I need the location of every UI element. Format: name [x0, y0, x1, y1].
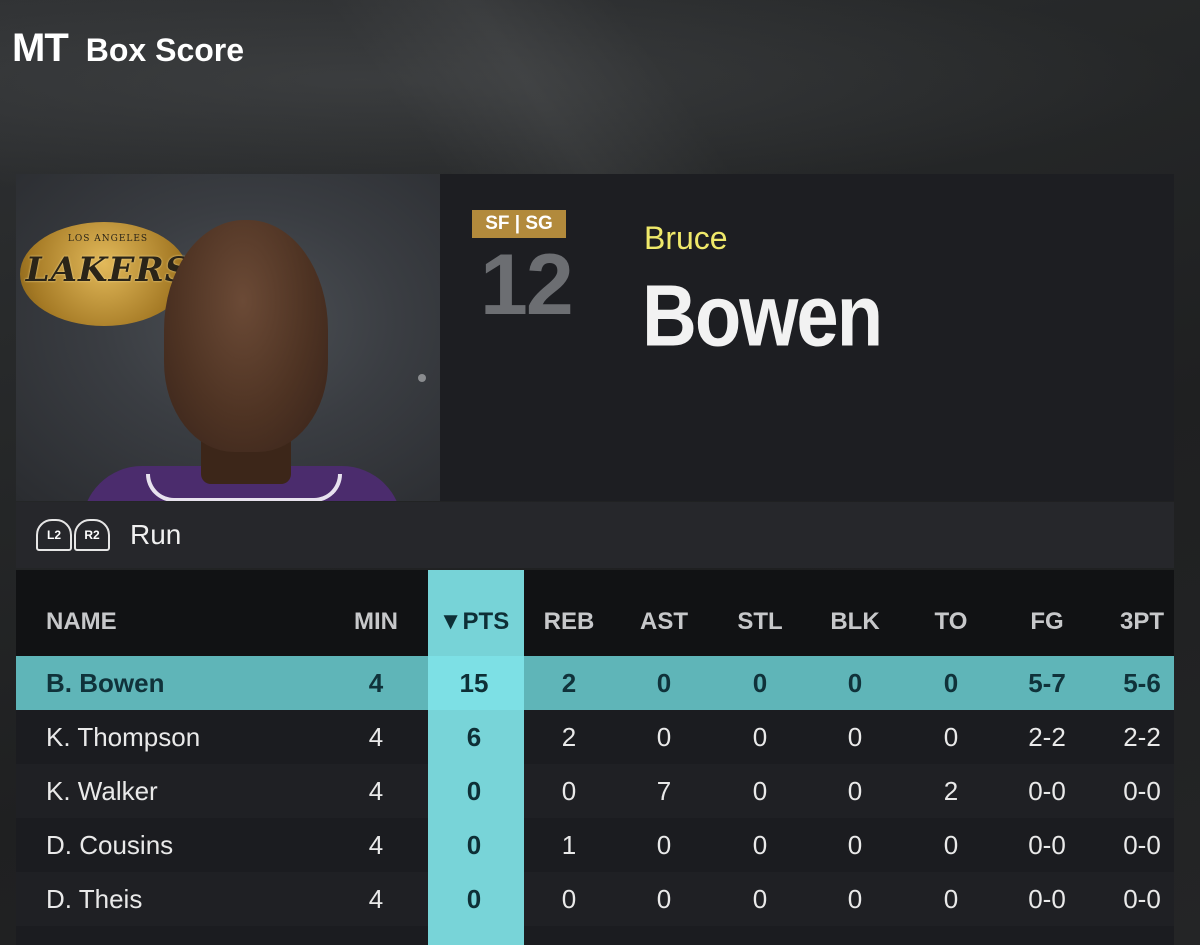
cell-reb: 1: [561, 829, 577, 860]
cell-3pt: 0-0: [1123, 883, 1161, 914]
cell-to: 2: [943, 775, 959, 806]
cell-3pt: 0-0: [1123, 829, 1161, 860]
header-ast[interactable]: AST: [616, 608, 712, 636]
table-row[interactable]: K. Thompson 4 2 0 0 0 0 2-2 2-2: [16, 710, 1174, 764]
cell-pts: 6: [466, 721, 482, 752]
team-logo-text: LAKERS: [25, 250, 191, 290]
cell-blk: 0: [847, 775, 863, 806]
indicator-dot: [418, 374, 426, 382]
cell-stl: 0: [752, 721, 768, 752]
r2-trigger-icon[interactable]: R2: [74, 519, 110, 551]
player-first-name: Bruce: [644, 220, 728, 256]
cell-min: 4: [368, 883, 384, 914]
cell-reb: 0: [561, 775, 577, 806]
cell-reb: 2: [561, 721, 577, 752]
cell-min: 4: [368, 775, 384, 806]
header-3pt[interactable]: 3PT: [1094, 608, 1174, 636]
cell-pts: 0: [466, 829, 482, 860]
l2-trigger-icon[interactable]: L2: [36, 519, 72, 551]
cell-pts: 15: [459, 667, 489, 698]
player-portrait: LOS ANGELES LAKERS: [16, 174, 440, 501]
player-card: LOS ANGELES LAKERS SF | SG 12 Bruce Bowe…: [16, 174, 1174, 501]
run-bar: L2 R2 Run: [16, 502, 1174, 568]
cell-ast: 0: [656, 829, 672, 860]
run-label: Run: [130, 519, 182, 550]
team-logo-subtext: LOS ANGELES: [67, 234, 149, 244]
header-reb[interactable]: REB: [521, 608, 617, 636]
page-header: MT Box Score: [12, 26, 244, 71]
cell-stl: 0: [752, 775, 768, 806]
cell-blk: 0: [847, 883, 863, 914]
box-score-table: B. Bowen 4 2 0 0 0 0 5-7 5-6 K. Thompson 4 2 0 0 0 0 2-2…: [16, 570, 1174, 945]
table-row[interactable]: D. Cousins 4 1 0 0 0 0 0-0 0-0: [16, 818, 1174, 872]
cell-to: 0: [943, 721, 959, 752]
table-row[interactable]: D. Theis 4 0 0 0 0 0 0-0 0-0: [16, 872, 1174, 926]
cell-blk: 0: [847, 667, 863, 698]
player-head: [164, 220, 328, 452]
cell-stl: 0: [752, 883, 768, 914]
cell-fg: 5-7: [1028, 667, 1066, 698]
cell-to: 0: [943, 883, 959, 914]
position-badge: SF | SG: [472, 210, 566, 238]
header-name[interactable]: NAME: [46, 608, 117, 636]
header-to[interactable]: TO: [903, 608, 999, 636]
header-min[interactable]: MIN: [328, 608, 424, 636]
cell-3pt: 2-2: [1123, 721, 1161, 752]
header-fg[interactable]: FG: [999, 608, 1095, 636]
cell-stl: 0: [752, 667, 768, 698]
cell-blk: 0: [847, 721, 863, 752]
cell-min: 4: [368, 667, 384, 698]
cell-name: K. Walker: [46, 775, 158, 806]
player-last-name: Bowen: [642, 267, 883, 365]
cell-ast: 7: [656, 775, 672, 806]
page-title: Box Score: [85, 32, 245, 68]
cell-blk: 0: [847, 829, 863, 860]
header-stl[interactable]: STL: [712, 608, 808, 636]
cell-3pt: 5-6: [1123, 667, 1161, 698]
mt-logo: MT: [12, 26, 69, 70]
cell-min: 4: [368, 721, 384, 752]
table-row[interactable]: B. Bowen 4 2 0 0 0 0 5-7 5-6: [16, 656, 1174, 710]
cell-pts: 0: [466, 775, 482, 806]
cell-3pt: 0-0: [1123, 775, 1161, 806]
cell-reb: 2: [561, 667, 577, 698]
cell-fg: 2-2: [1028, 721, 1066, 752]
cell-name: D. Cousins: [46, 829, 174, 860]
cell-fg: 0-0: [1028, 883, 1066, 914]
header-blk[interactable]: BLK: [807, 608, 903, 636]
cell-to: 0: [943, 667, 959, 698]
cell-name: K. Thompson: [46, 721, 201, 752]
jersey-number: 12: [480, 237, 574, 333]
cell-ast: 0: [656, 883, 672, 914]
cell-ast: 0: [656, 667, 672, 698]
cell-to: 0: [943, 829, 959, 860]
cell-fg: 0-0: [1028, 829, 1066, 860]
cell-name: B. Bowen: [46, 667, 165, 698]
cell-pts: 0: [466, 883, 482, 914]
cell-reb: 0: [561, 883, 577, 914]
cell-ast: 0: [656, 721, 672, 752]
table-row[interactable]: K. Walker 4 0 7 0 0 2 0-0 0-0: [16, 764, 1174, 818]
header-pts[interactable]: ▼PTS: [426, 608, 522, 636]
cell-name: D. Theis: [46, 883, 143, 914]
cell-fg: 0-0: [1028, 775, 1066, 806]
cell-stl: 0: [752, 829, 768, 860]
player-info: SF | SG 12 Bruce Bowen: [440, 174, 1174, 501]
cell-min: 4: [368, 829, 384, 860]
